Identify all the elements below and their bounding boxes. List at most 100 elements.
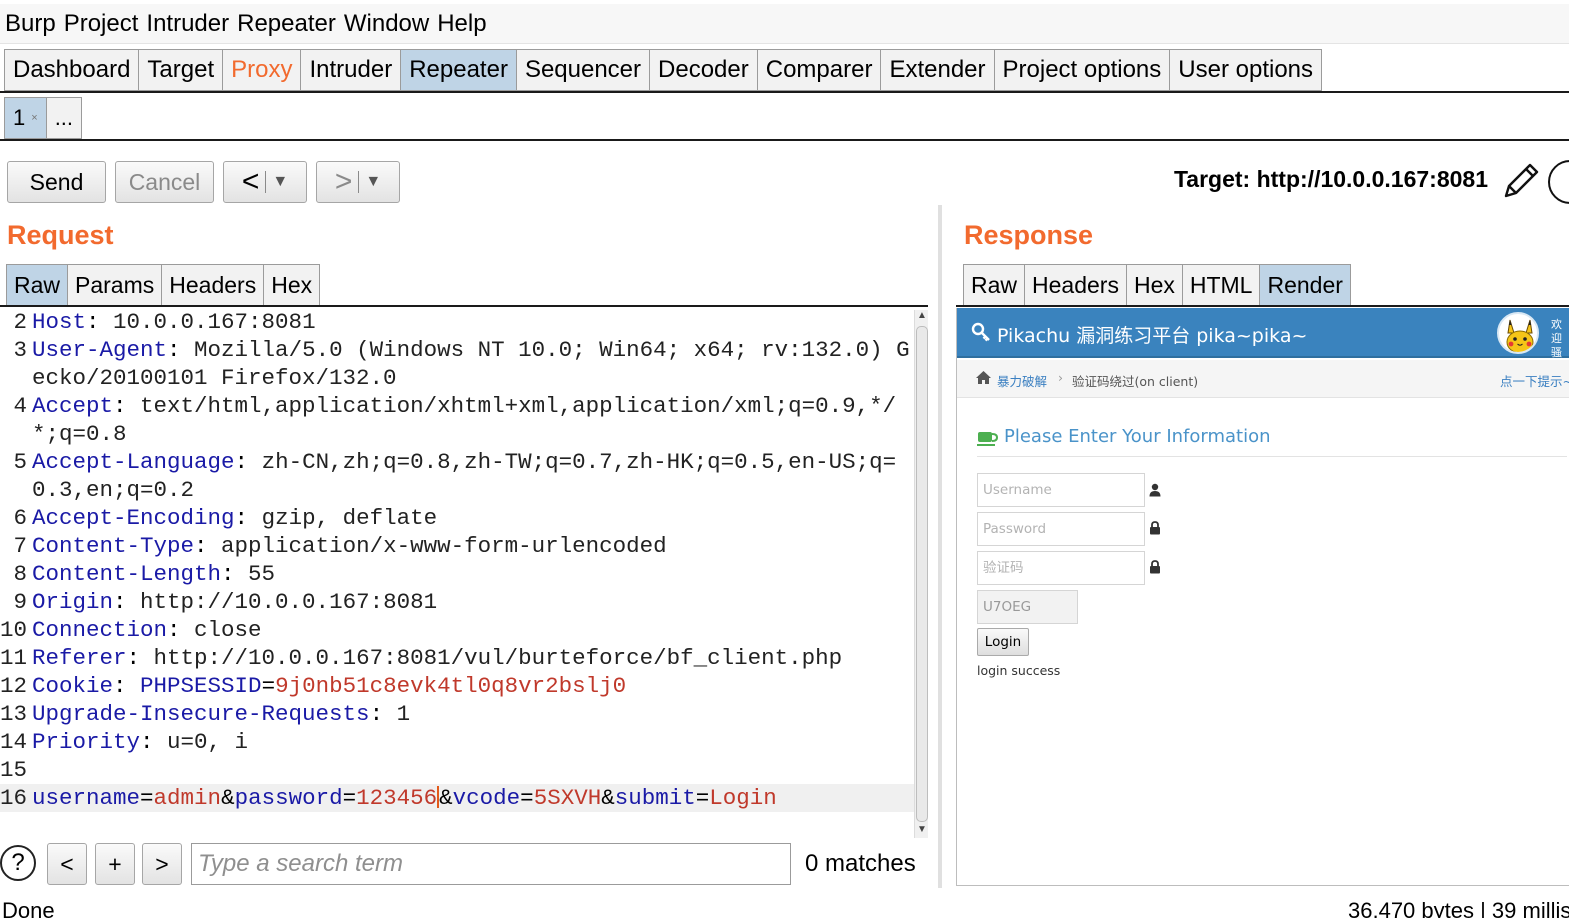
close-icon[interactable]: ×	[31, 112, 37, 124]
request-title: Request	[7, 220, 114, 250]
target-help-icon[interactable]	[1548, 160, 1569, 204]
hint-link[interactable]: 点一下提示~	[1500, 371, 1569, 390]
key-icon	[971, 322, 990, 342]
scroll-down-icon[interactable]: ▼	[916, 824, 928, 835]
search-prev-button[interactable]: <	[47, 843, 87, 885]
rendered-page: Pikachu 漏洞练习平台 pika~pika~ 欢迎 骚年 暴力破解	[956, 308, 1569, 886]
editor-line: 5 Accept-Language: zh-CN,zh;q=0.8,zh-TW;q…	[13, 449, 897, 503]
back-button[interactable]: < ▼	[223, 161, 307, 203]
home-icon[interactable]	[975, 370, 992, 385]
editor-line: 6 Accept-Encoding: gzip, deflate	[13, 505, 438, 531]
repeater-tabs: 1 × ...	[4, 97, 83, 139]
rendered-header: Pikachu 漏洞练习平台 pika~pika~ 欢迎 骚年	[957, 308, 1569, 373]
chevron-down-icon[interactable]: ▼	[365, 173, 381, 191]
editor-line: 7 Content-Type: application/x-www-form-ur…	[13, 533, 667, 559]
breadcrumb-separator: ›	[1058, 370, 1063, 385]
tab-extender[interactable]: Extender	[880, 49, 994, 91]
editor-line-cookie: 12 Cookie: PHPSESSID=9j0nb51c8evk4tl0q8vr…	[0, 673, 627, 699]
repeater-tab-label: 1	[13, 105, 26, 130]
chevron-down-icon[interactable]: ▼	[272, 173, 288, 191]
menu-repeater[interactable]: Repeater	[237, 10, 336, 38]
vcode-field[interactable]	[977, 551, 1145, 585]
button-separator	[358, 171, 360, 193]
tab-proxy[interactable]: Proxy	[222, 49, 301, 91]
request-tab-headers[interactable]: Headers	[161, 264, 264, 306]
response-tab-headers[interactable]: Headers	[1024, 264, 1126, 306]
main-tabs: Dashboard Target Proxy Intruder Repeater…	[4, 49, 1323, 91]
tab-dashboard[interactable]: Dashboard	[4, 49, 139, 91]
response-tabs: Raw Headers Hex HTML Render	[963, 264, 1351, 306]
split-pane-divider[interactable]	[938, 205, 942, 888]
editor-line: 8 Content-Length: 55	[13, 561, 276, 587]
menu-burp[interactable]: Burp	[5, 10, 56, 38]
tab-target[interactable]: Target	[138, 49, 223, 91]
user-icon	[1149, 483, 1161, 497]
captcha-image[interactable]: U7OEG	[977, 590, 1078, 624]
status-text: Done	[2, 898, 55, 918]
search-options-button[interactable]: +	[95, 843, 135, 885]
tab-user-options[interactable]: User options	[1169, 49, 1323, 91]
cancel-button[interactable]: Cancel	[115, 161, 214, 203]
editor-line: 3 User-Agent: Mozilla/5.0 (Windows NT 10.…	[13, 337, 910, 391]
response-size: 36,470 bytes | 39 millis	[1348, 898, 1569, 918]
editor-line: 10 Connection: close	[0, 617, 262, 643]
repeater-tab-1[interactable]: 1 ×	[4, 97, 46, 139]
menu-project[interactable]: Project	[64, 10, 139, 38]
editor-line-blank: 15	[0, 757, 28, 783]
help-icon[interactable]: ?	[0, 845, 36, 881]
tab-repeater[interactable]: Repeater	[400, 49, 516, 91]
scroll-up-icon[interactable]: ▲	[916, 310, 928, 321]
editor-line: 4 Accept: text/html,application/xhtml+xml…	[13, 393, 897, 447]
menu-intruder[interactable]: Intruder	[146, 10, 229, 38]
login-button[interactable]: Login	[977, 628, 1029, 656]
response-tab-render[interactable]: Render	[1259, 264, 1351, 306]
search-matches: 0 matches	[805, 850, 916, 877]
edit-target-icon[interactable]	[1500, 160, 1540, 202]
editor-line: 14 Priority: u=0, i	[0, 729, 249, 755]
send-button[interactable]: Send	[7, 161, 106, 203]
response-tab-raw[interactable]: Raw	[963, 264, 1025, 306]
rendered-site-title: Pikachu 漏洞练习平台 pika~pika~	[997, 325, 1308, 347]
forward-button[interactable]: > ▼	[316, 161, 400, 203]
tab-project-options[interactable]: Project options	[993, 49, 1170, 91]
breadcrumb-link[interactable]: 暴力破解	[997, 371, 1047, 390]
request-tab-hex[interactable]: Hex	[263, 264, 321, 306]
form-section-title: Please Enter Your Information	[1004, 426, 1271, 447]
response-tab-html[interactable]: HTML	[1181, 264, 1260, 306]
editor-line: 2 Host: 10.0.0.167:8081	[13, 309, 316, 335]
menu-bar: Burp Project Intruder Repeater Window He…	[0, 4, 1569, 44]
menu-window[interactable]: Window	[344, 10, 429, 38]
search-input[interactable]	[191, 843, 791, 885]
pikachu-avatar-icon	[1506, 319, 1534, 352]
tab-sequencer[interactable]: Sequencer	[515, 49, 650, 91]
editor-line: 9 Origin: http://10.0.0.167:8081	[13, 589, 438, 615]
text-caret	[437, 785, 440, 808]
editor-line: 13 Upgrade-Insecure-Requests: 1	[0, 701, 411, 727]
request-tab-raw[interactable]: Raw	[6, 264, 68, 306]
tab-comparer[interactable]: Comparer	[756, 49, 881, 91]
main-tabs-divider	[0, 91, 1569, 94]
repeater-tab-new[interactable]: ...	[45, 97, 83, 139]
request-editor[interactable]: 2 Host: 10.0.0.167:8081 3 User-Agent: Mozi…	[0, 308, 914, 838]
lock-icon	[1150, 560, 1160, 574]
response-tab-hex[interactable]: Hex	[1125, 264, 1182, 306]
tab-intruder[interactable]: Intruder	[300, 49, 401, 91]
request-tab-params[interactable]: Params	[67, 264, 162, 306]
avatar	[1497, 312, 1539, 354]
repeater-tabs-divider	[0, 139, 1569, 142]
password-field[interactable]	[977, 512, 1145, 546]
section-rule	[977, 456, 1567, 457]
lock-icon	[1150, 521, 1160, 535]
target-label: Target: http://10.0.0.167:8081	[1173, 166, 1488, 192]
breadcrumb: 暴力破解 › 验证码绕过(on client) 点一下提示~	[957, 360, 1569, 398]
menu-help[interactable]: Help	[437, 10, 486, 38]
scroll-thumb[interactable]	[916, 326, 928, 822]
forward-arrow-icon: >	[334, 165, 353, 198]
search-next-button[interactable]: >	[142, 843, 182, 885]
request-scrollbar[interactable]: ▲ ▼	[914, 310, 928, 838]
editor-line: 11 Referer: http://10.0.0.167:8081/vul/bu…	[0, 645, 843, 671]
tab-decoder[interactable]: Decoder	[649, 49, 757, 91]
breadcrumb-current: 验证码绕过(on client)	[1072, 374, 1199, 389]
username-field[interactable]	[977, 473, 1145, 507]
back-arrow-icon: <	[241, 165, 260, 198]
